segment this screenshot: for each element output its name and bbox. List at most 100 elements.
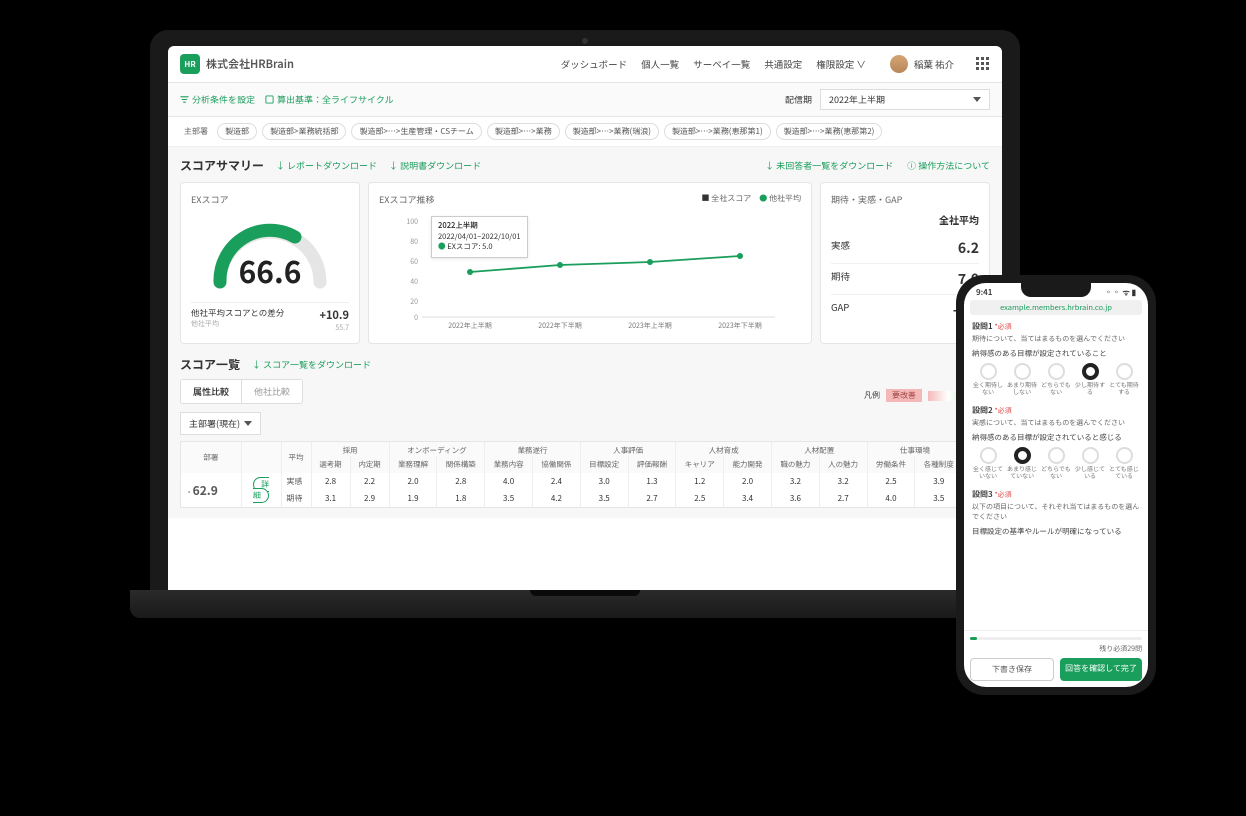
- radio-option[interactable]: あまり感じていない: [1006, 447, 1038, 479]
- chevron-down-icon: [973, 97, 981, 102]
- question-3: 設問3 *必須 以下の項目について、それぞれ当てはまるものを選んでください 目標…: [972, 489, 1140, 537]
- phone-frame: 9:41 ◦◦ ᯤ ▮ example.members.hrbrain.co.j…: [956, 275, 1156, 695]
- radio-circle-icon: [1048, 363, 1065, 380]
- nav-individuals[interactable]: 個人一覧: [641, 57, 679, 71]
- nav-permission-settings[interactable]: 権限設定 ∨: [816, 57, 866, 71]
- diff-value: +10.9: [319, 307, 349, 323]
- chip[interactable]: 製造部>…>業務(恵那第1): [664, 123, 771, 140]
- phone-screen: 9:41 ◦◦ ᯤ ▮ example.members.hrbrain.co.j…: [964, 283, 1148, 687]
- radio-circle-icon: [1082, 447, 1099, 464]
- legend-bad: 要改善: [886, 389, 922, 402]
- tab-attribute-compare[interactable]: 属性比較: [181, 380, 242, 403]
- ex-score-card: EXスコア 66.6 他社平均スコアとの差分 他社平均: [180, 182, 360, 344]
- chip[interactable]: 製造部>業務統括部: [262, 123, 346, 140]
- user-name: 稲葉 祐介: [914, 57, 954, 71]
- detail-button[interactable]: 詳細: [253, 477, 269, 503]
- tab-other-compare[interactable]: 他社比較: [242, 380, 302, 403]
- diff-sublabel: 他社平均: [191, 319, 284, 329]
- progress-bar: [970, 637, 1142, 640]
- app-screen: HR 株式会社HRBrain ダッシュボード 個人一覧 サーベイ一覧 共通設定 …: [168, 46, 1002, 590]
- save-draft-button[interactable]: 下書き保存: [970, 658, 1054, 681]
- radio-option[interactable]: とても期待する: [1108, 363, 1140, 395]
- radio-option[interactable]: 全く期待しない: [972, 363, 1004, 395]
- unanswered-download-link[interactable]: ↓ 未回答者一覧をダウンロード: [765, 159, 893, 172]
- svg-text:2023年上半期: 2023年上半期: [628, 321, 672, 331]
- radio-option[interactable]: 全く感じていない: [972, 447, 1004, 479]
- radio-circle-icon: [1014, 363, 1031, 380]
- company-name: 株式会社HRBrain: [206, 56, 294, 72]
- howto-link[interactable]: ⓘ 操作方法について: [907, 159, 990, 172]
- phone-url-bar[interactable]: example.members.hrbrain.co.jp: [970, 300, 1142, 315]
- set-conditions-link[interactable]: 分析条件を設定: [180, 93, 255, 106]
- nav-surveys[interactable]: サーベイ一覧: [693, 57, 750, 71]
- svg-text:20: 20: [410, 297, 418, 307]
- svg-text:80: 80: [410, 237, 418, 247]
- diff-subvalue: 55.7: [319, 323, 349, 333]
- score-list-download[interactable]: ↓ スコア一覧をダウンロード: [252, 358, 371, 371]
- svg-text:2023年下半期: 2023年下半期: [718, 321, 762, 331]
- chip[interactable]: 製造部>…>業務(恵那第2): [776, 123, 883, 140]
- chip[interactable]: 製造部>…>業務: [487, 123, 560, 140]
- svg-text:60: 60: [410, 257, 418, 267]
- dept-filter-chips: 主部署 製造部 製造部>業務統括部 製造部>…>生産管理・CSチーム 製造部>……: [168, 117, 1002, 147]
- apps-icon[interactable]: [976, 57, 990, 71]
- radio-circle-icon: [1116, 447, 1133, 464]
- phone-footer: 残り必須29問 下書き保存 回答を確認して完了: [964, 630, 1148, 687]
- question-1: 設問1 *必須 期待について、当てはまるものを選んでください 納得感のある目標が…: [972, 321, 1140, 395]
- radio-option[interactable]: あまり期待しない: [1006, 363, 1038, 395]
- radio-circle-icon: [1014, 447, 1031, 464]
- gap-feel-value: 6.2: [958, 238, 979, 258]
- signal-wifi-battery-icon: ◦◦ ᯤ ▮: [1105, 287, 1136, 298]
- chip[interactable]: 製造部>…>業務(瑞浪): [565, 123, 659, 140]
- confirm-submit-button[interactable]: 回答を確認して完了: [1060, 658, 1142, 681]
- calc-icon: [265, 95, 274, 104]
- legend-all-score: 全社スコア: [701, 193, 751, 212]
- nav-dashboard[interactable]: ダッシュボード: [561, 57, 628, 71]
- topbar: HR 株式会社HRBrain ダッシュボード 個人一覧 サーベイ一覧 共通設定 …: [168, 46, 1002, 83]
- svg-text:100: 100: [406, 217, 418, 227]
- radio-option[interactable]: どちらでもない: [1040, 363, 1072, 395]
- radio-option[interactable]: 少し感じている: [1074, 447, 1106, 479]
- legend-other-avg: 他社平均: [759, 193, 801, 212]
- radio-option[interactable]: 少し期待する: [1074, 363, 1106, 395]
- calc-basis-link[interactable]: 算出基準：全ライフサイクル: [265, 93, 394, 106]
- filter-icon: [180, 95, 189, 104]
- ex-score-title: EXスコア: [191, 193, 349, 206]
- phone-time: 9:41: [976, 287, 992, 298]
- period-selector: 配信期 2022年上半期: [785, 89, 990, 110]
- table-row: 期待 3.12.91.91.83.54.23.52.72.53.43.62.74…: [181, 490, 989, 507]
- row-score: 62.9: [193, 482, 218, 499]
- score-table: 部署 平均 採用 オンボーディング 業務遂行 人事評価 人材育成 人材配置 仕事…: [180, 441, 990, 508]
- ex-score-trend-card: EXスコア推移 全社スコア 他社平均 100 80: [368, 182, 812, 344]
- col-avg: 平均: [281, 442, 311, 473]
- avatar: [890, 55, 908, 73]
- trend-chart: 100 80 60 40 20 0: [379, 212, 801, 332]
- period-dropdown[interactable]: 2022年上半期: [820, 89, 990, 110]
- chip[interactable]: 製造部: [217, 123, 257, 140]
- report-download-link[interactable]: ↓ レポートダウンロード: [276, 159, 377, 172]
- radio-option[interactable]: どちらでもない: [1040, 447, 1072, 479]
- radio-circle-icon: [980, 447, 997, 464]
- top-nav: ダッシュボード 個人一覧 サーベイ一覧 共通設定 権限設定 ∨ 稲葉 祐介: [561, 55, 990, 73]
- nav-common-settings[interactable]: 共通設定: [764, 57, 802, 71]
- svg-text:2022年下半期: 2022年下半期: [538, 321, 582, 331]
- table-row: ◔ 62.9 詳細 実感 2.82.22.02.84.02.43.01.31.2…: [181, 473, 989, 490]
- score-list-title: スコア一覧: [180, 356, 240, 373]
- svg-text:40: 40: [410, 277, 418, 287]
- score-summary-title: スコアサマリー: [180, 157, 264, 174]
- legend-label: 凡例: [864, 390, 880, 401]
- chip[interactable]: 製造部>…>生産管理・CSチーム: [351, 123, 481, 140]
- logo-badge-icon: HR: [180, 54, 200, 74]
- dept-filter-dropdown[interactable]: 主部署(現在): [180, 412, 261, 435]
- user-menu[interactable]: 稲葉 祐介: [890, 55, 954, 73]
- radio-circle-icon: [1048, 447, 1065, 464]
- chip-label: 主部署: [180, 123, 212, 140]
- radio-circle-icon: [980, 363, 997, 380]
- remaining-text: 残り必須29問: [970, 644, 1142, 654]
- diff-label: 他社平均スコアとの差分: [191, 307, 284, 319]
- manual-download-link[interactable]: ↓ 説明書ダウンロード: [389, 159, 481, 172]
- svg-text:0: 0: [414, 313, 418, 323]
- comparison-tabs: 属性比較 他社比較: [180, 379, 303, 404]
- radio-option[interactable]: とても感じている: [1108, 447, 1140, 479]
- score-summary-header: スコアサマリー ↓ レポートダウンロード ↓ 説明書ダウンロード ↓ 未回答者一…: [180, 157, 990, 174]
